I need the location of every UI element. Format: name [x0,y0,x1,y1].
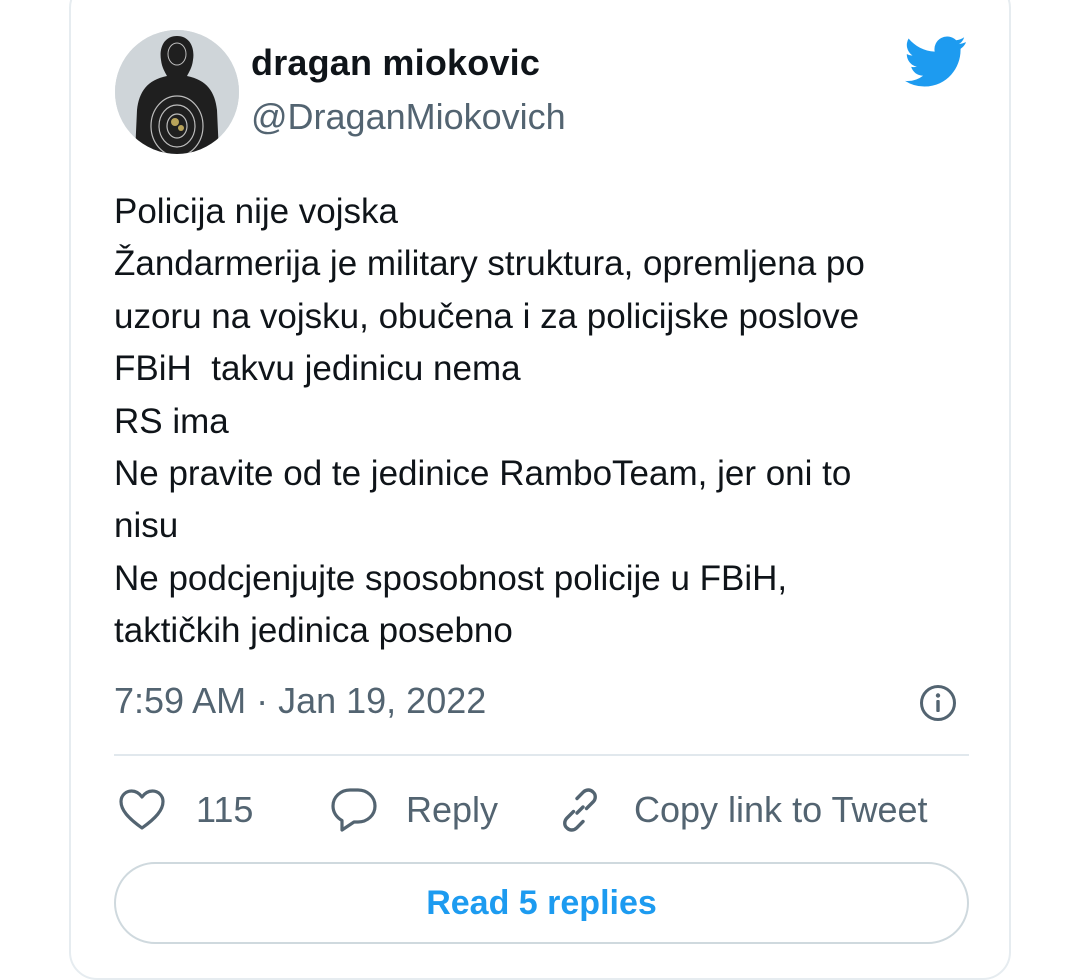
reply-button[interactable]: Reply [330,784,498,836]
like-count: 115 [196,789,254,830]
tweet-line: Ne podcjenjujte sposobnost policije u FB… [114,558,788,598]
tweet-text: Policija nije vojska Žandarmerija je mil… [114,186,974,658]
speech-bubble-icon [331,788,377,832]
tweet-line: RS ima [114,401,229,441]
reply-label: Reply [406,789,499,830]
tweet-line: taktičkih jedinica posebno [114,611,513,651]
author-handle[interactable]: @DraganMiokovich [251,96,566,138]
like-button[interactable]: 115 [118,784,253,836]
info-icon[interactable] [918,683,958,723]
avatar[interactable] [115,30,239,154]
read-replies-button[interactable]: Read 5 replies [114,862,969,944]
tweet-line: Ne pravite od te jedinice RamboTeam, jer… [114,454,852,494]
tweet-line: nisu [114,506,179,546]
tweet-line: Žandarmerija je military struktura, opre… [114,244,865,284]
copy-link-label: Copy link to Tweet [634,789,928,830]
tweet-timestamp[interactable]: 7:59 AM · Jan 19, 2022 [114,680,486,722]
tweet-line: Policija nije vojska [114,192,399,231]
divider [114,754,969,756]
copy-link-button[interactable]: Copy link to Tweet [556,784,927,836]
link-icon [563,788,597,832]
avatar-image [115,30,239,154]
twitter-bird-icon[interactable] [905,36,967,88]
tweet-line: FBiH takvu jedinicu nema [114,349,521,389]
read-replies-label: Read 5 replies [426,883,657,922]
author-name[interactable]: dragan miokovic [251,42,540,84]
heart-icon [119,789,165,830]
tweet-line: uzoru na vojsku, obučena i za policijske… [114,296,860,336]
